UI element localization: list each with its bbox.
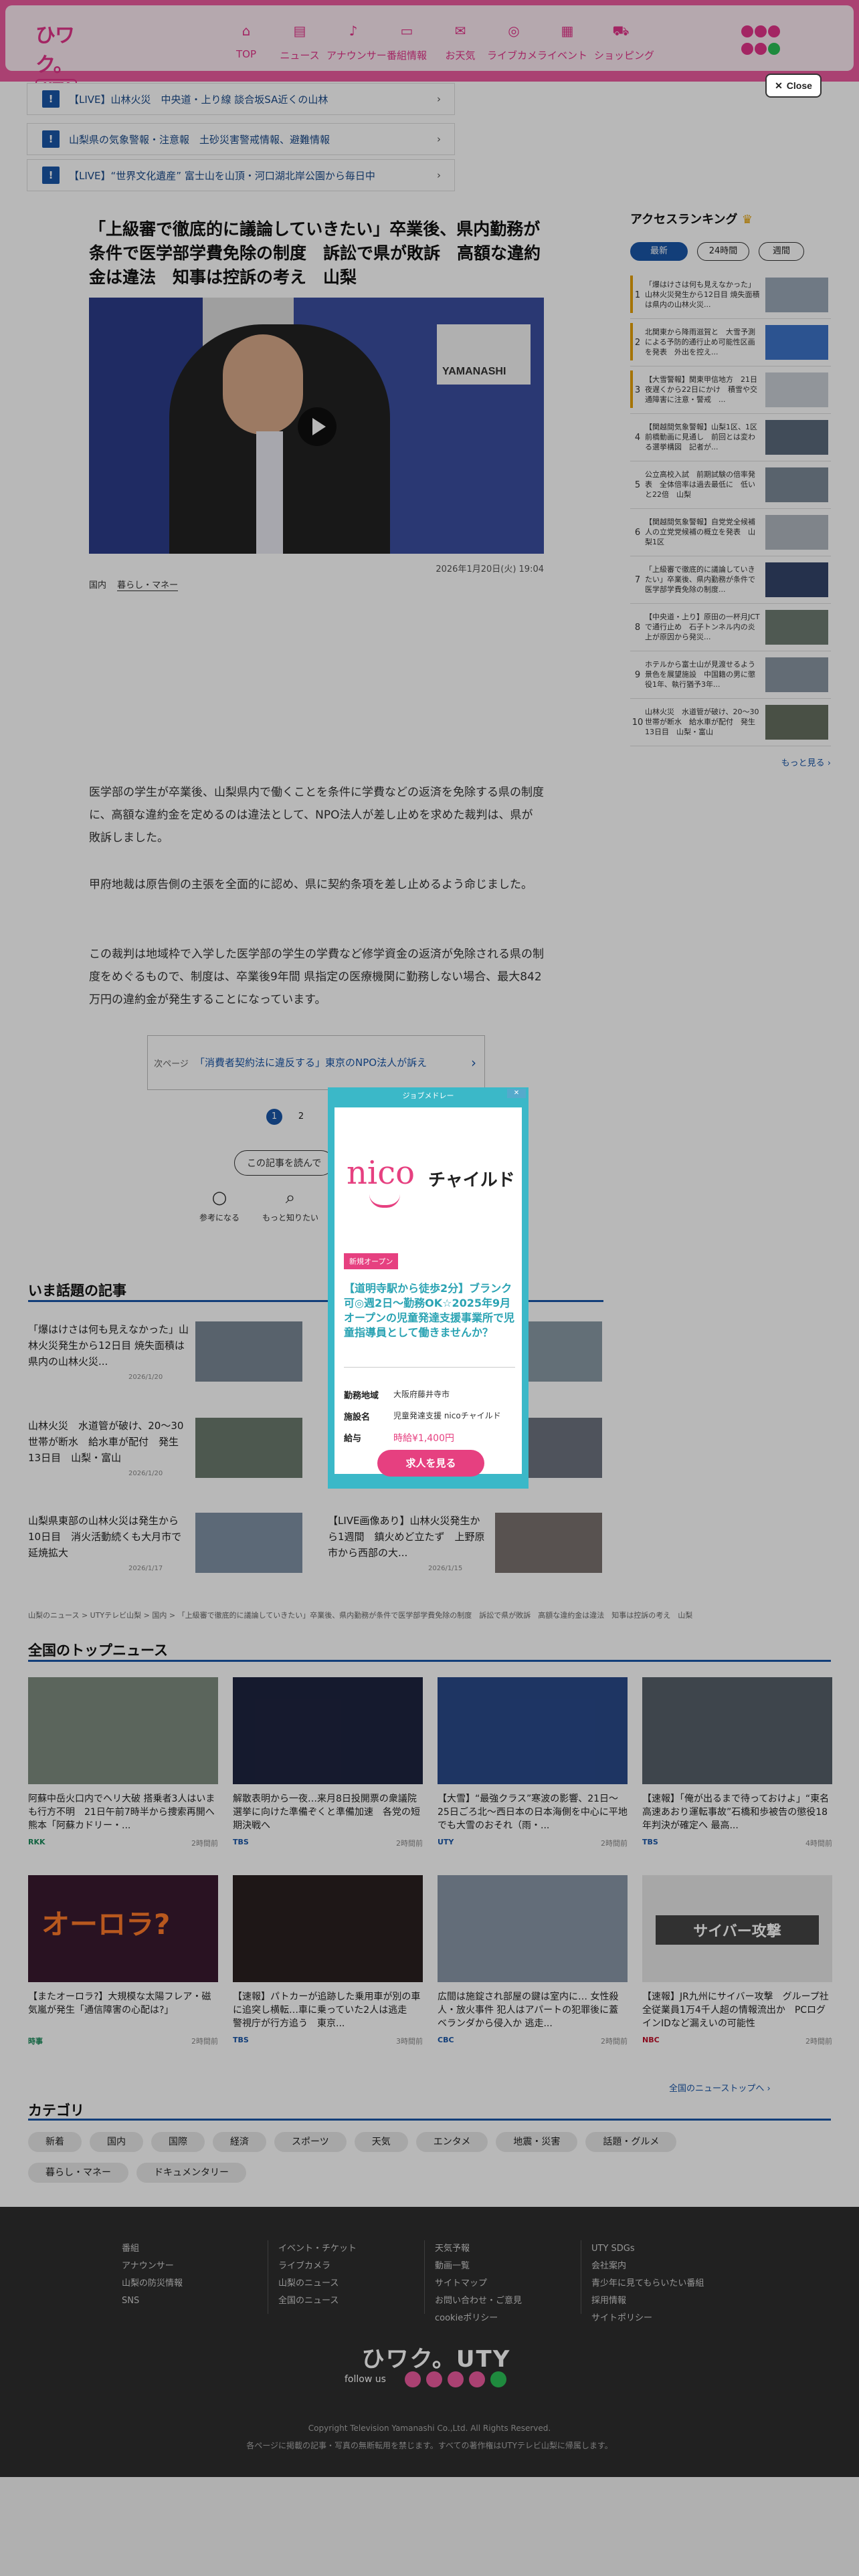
ad-cta-button[interactable]: 求人を見る	[377, 1450, 484, 1477]
ad-badge: 新規オープン	[344, 1253, 399, 1269]
ad-row-value: 児童発達支援 nicoチャイルド	[393, 1411, 501, 1420]
ad-card: nico チャイルド 新規オープン 【道明寺駅から徒歩2分】ブランク可◎週2日〜…	[335, 1107, 522, 1477]
ad-close-icon[interactable]: ✕	[507, 1089, 526, 1098]
job-ad-popup[interactable]: ジョブメドレー ✕ nico チャイルド 新規オープン 【道明寺駅から徒歩2分】…	[328, 1087, 529, 1489]
ad-provider: ジョブメドレー	[328, 1087, 529, 1105]
ad-divider	[344, 1367, 515, 1368]
ad-row-key: 勤務地域	[344, 1391, 379, 1401]
ad-brand-name: チャイルド	[428, 1170, 515, 1190]
ad-row-key: 施設名	[344, 1412, 371, 1422]
ad-row-location: 勤務地域 大阪府藤井寺市	[344, 1388, 515, 1401]
ad-row-value: 大阪府藤井寺市	[393, 1390, 450, 1399]
ad-headline: 【道明寺駅から徒歩2分】ブランク可◎週2日〜勤務OK☆2025年9月オープンの児…	[344, 1282, 515, 1339]
ad-smile-icon	[369, 1194, 400, 1208]
ad-row-key: 給与	[344, 1434, 362, 1444]
close-button[interactable]: ✕ Close	[765, 74, 822, 98]
ad-row-value: 時給¥1,400円	[393, 1433, 454, 1444]
close-label: Close	[786, 80, 812, 91]
ad-row-facility: 施設名 児童発達支援 nicoチャイルド	[344, 1410, 515, 1422]
ad-row-salary: 給与 時給¥1,400円	[344, 1431, 515, 1444]
ad-brand-logo: nico	[347, 1154, 415, 1192]
close-icon: ✕	[775, 80, 783, 91]
